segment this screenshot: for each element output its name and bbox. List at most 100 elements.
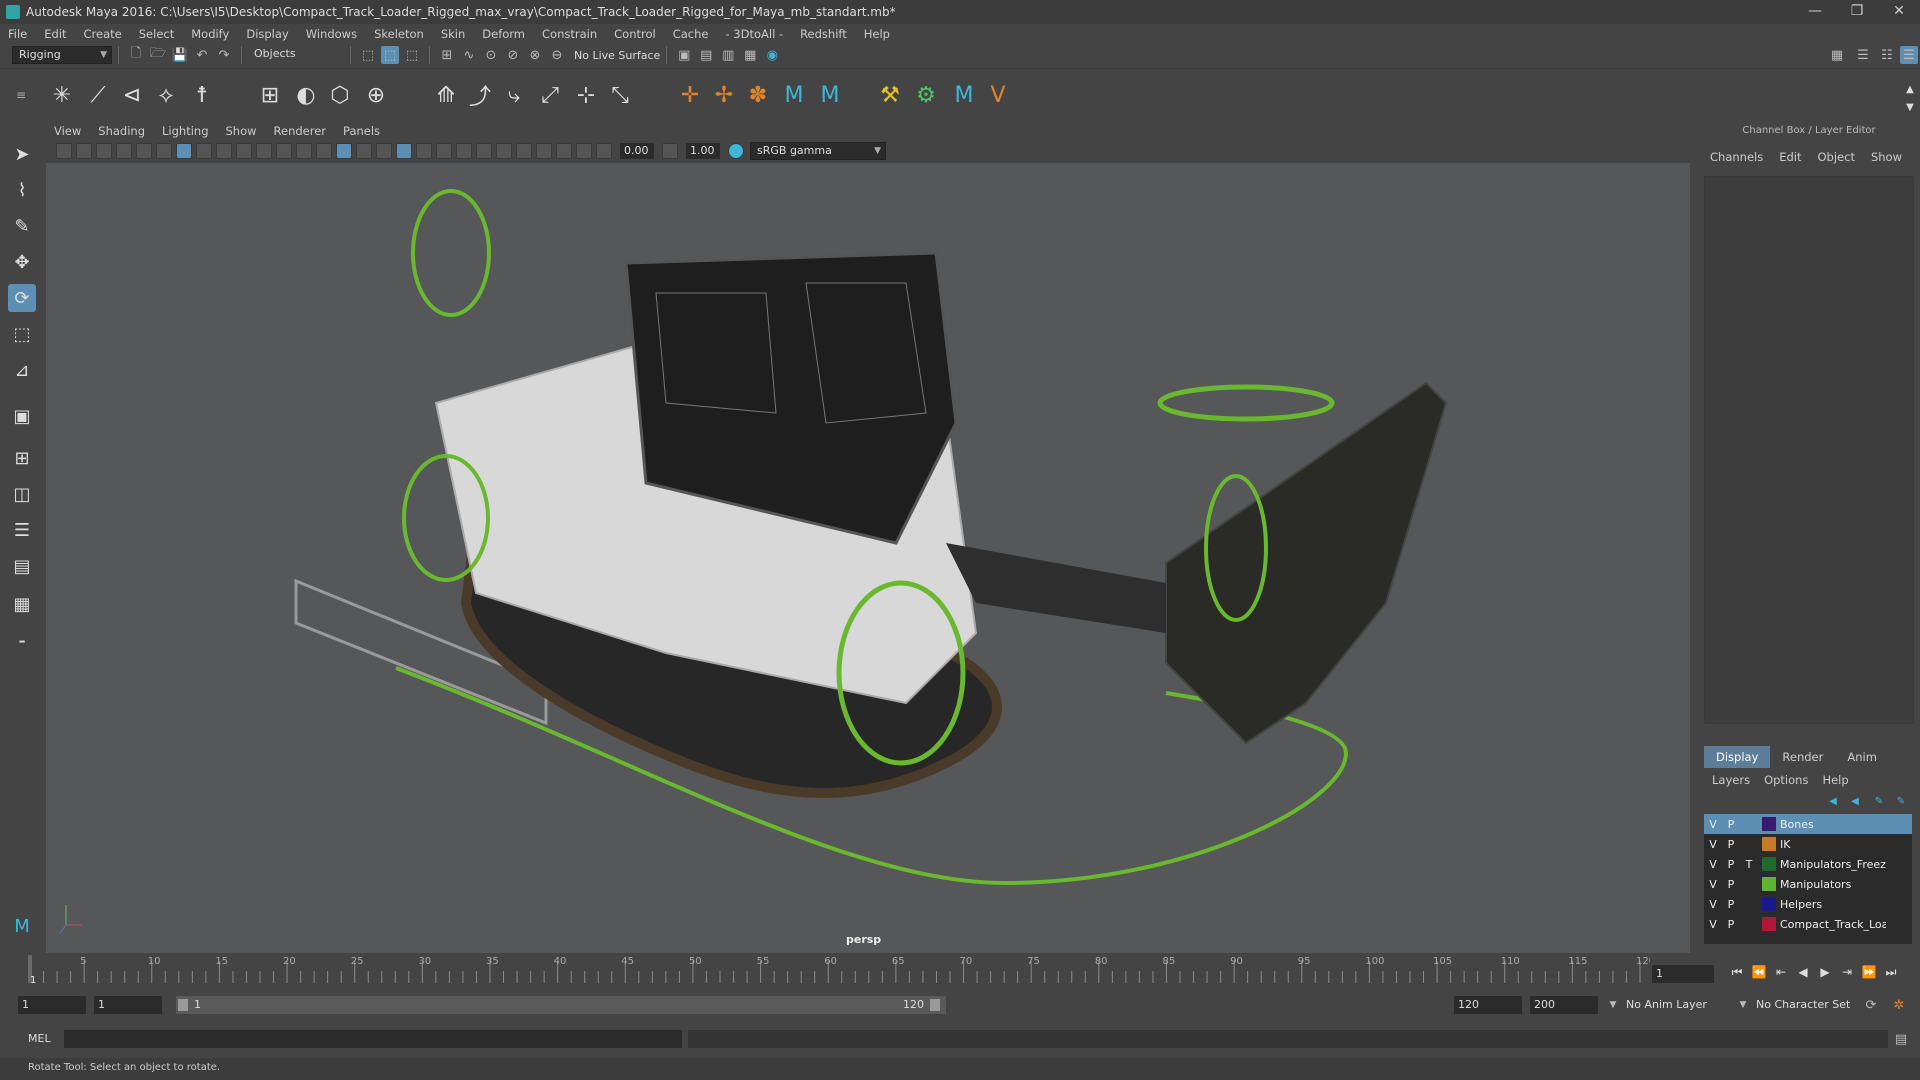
move-tool-icon[interactable]: ✥: [8, 248, 36, 276]
layer-playback[interactable]: P: [1722, 878, 1740, 891]
viewport-menu-show[interactable]: Show: [226, 124, 257, 138]
aim-constraint-icon[interactable]: ⊹: [572, 81, 600, 109]
view-transform-dropdown[interactable]: sRGB gamma ▼: [750, 142, 886, 160]
play-backwards-icon[interactable]: ◀: [1792, 965, 1814, 983]
redo-icon[interactable]: ↷: [215, 46, 233, 64]
le-menu-layers[interactable]: Layers: [1712, 773, 1750, 787]
last-tool-icon[interactable]: ⊿: [8, 356, 36, 384]
parent-constraint-icon[interactable]: ⟰: [432, 81, 460, 109]
cb-menu-show[interactable]: Show: [1871, 150, 1902, 164]
smooth-shade-icon[interactable]: [336, 143, 352, 159]
layout-single-icon[interactable]: ▣: [8, 402, 36, 430]
range-bar[interactable]: 1 120: [176, 996, 946, 1014]
menu-deform[interactable]: Deform: [482, 27, 525, 41]
safe-title-icon[interactable]: [296, 143, 312, 159]
layer-playback[interactable]: P: [1722, 838, 1740, 851]
motion-blur-icon[interactable]: [516, 143, 532, 159]
layout-outliner-icon[interactable]: ☰: [8, 516, 36, 544]
lasso-tool-icon[interactable]: ⌇: [8, 176, 36, 204]
layer-playback[interactable]: P: [1722, 818, 1740, 831]
maximize-button[interactable]: ❐: [1836, 0, 1878, 24]
layer-row[interactable]: V P Helpers: [1704, 894, 1912, 914]
layer-visibility[interactable]: V: [1704, 898, 1722, 911]
layer-row[interactable]: V P Compact_Track_Loac: [1704, 914, 1912, 934]
snap-point-icon[interactable]: ⊙: [482, 46, 500, 64]
field-chart-icon[interactable]: [256, 143, 272, 159]
new-layer-icon[interactable]: ✎: [1870, 792, 1888, 810]
viewport-menu-renderer[interactable]: Renderer: [274, 124, 327, 138]
viewport-menu-shading[interactable]: Shading: [98, 124, 145, 138]
layout-four-icon[interactable]: ⊞: [8, 444, 36, 472]
blend-shape-icon[interactable]: ⚙: [912, 81, 940, 109]
menu-edit[interactable]: Edit: [44, 27, 66, 41]
gamma-field[interactable]: 1.00: [686, 143, 720, 159]
layer-visibility[interactable]: V: [1704, 818, 1722, 831]
rotate-control-rear-top[interactable]: [411, 189, 491, 317]
new-scene-icon[interactable]: 🗋: [127, 46, 145, 64]
close-button[interactable]: ✕: [1878, 0, 1920, 24]
scale-constraint-icon[interactable]: ⤢: [536, 81, 564, 109]
move-layer-down-icon[interactable]: ◀: [1846, 792, 1864, 810]
menu-create[interactable]: Create: [84, 27, 122, 41]
menu-redshift[interactable]: Redshift: [800, 27, 847, 41]
auto-key-icon[interactable]: ⟳: [1862, 996, 1880, 1014]
layer-visibility[interactable]: V: [1704, 878, 1722, 891]
viewport-menu-view[interactable]: View: [54, 124, 81, 138]
bookmark-icon[interactable]: [96, 143, 112, 159]
2d-pan-zoom-icon[interactable]: [136, 143, 152, 159]
channel-box-toggle-icon[interactable]: ☰: [1900, 46, 1918, 64]
playback-end-field[interactable]: 120: [1454, 996, 1522, 1014]
layer-row[interactable]: V P IK: [1704, 834, 1912, 854]
menu-skin[interactable]: Skin: [441, 27, 465, 41]
script-editor-icon[interactable]: ▤: [1892, 1030, 1910, 1048]
animation-end-field[interactable]: 200: [1530, 996, 1598, 1014]
menu-cache[interactable]: Cache: [673, 27, 709, 41]
resolution-gate-icon[interactable]: [216, 143, 232, 159]
le-menu-options[interactable]: Options: [1764, 773, 1808, 787]
color-management-icon[interactable]: [728, 143, 744, 159]
camera-attributes-icon[interactable]: [76, 143, 92, 159]
animation-prefs-icon[interactable]: ✲: [1890, 996, 1908, 1014]
hypershade-icon[interactable]: ◉: [763, 46, 781, 64]
ik-spline-icon[interactable]: ◐: [292, 81, 320, 109]
layer-visibility[interactable]: V: [1704, 918, 1722, 931]
menu-windows[interactable]: Windows: [306, 27, 357, 41]
render-settings-icon[interactable]: ▦: [741, 46, 759, 64]
minimize-button[interactable]: —: [1794, 0, 1836, 24]
snap-surface-icon[interactable]: ⊗: [526, 46, 544, 64]
locator-icon[interactable]: ✛: [676, 81, 704, 109]
layer-name[interactable]: Bones: [1780, 818, 1886, 831]
layer-color-swatch[interactable]: [1762, 817, 1776, 831]
ambient-occlusion-icon[interactable]: [496, 143, 512, 159]
orient-joint-icon[interactable]: ⟡: [152, 81, 180, 109]
menu-control[interactable]: Control: [614, 27, 656, 41]
gamma-icon[interactable]: [662, 143, 678, 159]
layer-visibility[interactable]: V: [1704, 838, 1722, 851]
time-slider[interactable]: 5 10 15 20 25 30 35 40 45 50 55 60 65 70 75 80 85 90 95 100…: [0, 953, 1920, 989]
lattice-icon[interactable]: ✽: [744, 81, 772, 109]
multisample-icon[interactable]: [536, 143, 552, 159]
select-tool-icon[interactable]: ➤: [8, 140, 36, 168]
menu-display[interactable]: Display: [246, 27, 288, 41]
paint-weights-icon[interactable]: ⊕: [362, 81, 390, 109]
depth-of-field-icon[interactable]: [556, 143, 572, 159]
joint-tool-icon[interactable]: ✳: [48, 81, 76, 109]
layer-color-swatch[interactable]: [1762, 837, 1776, 851]
use-all-lights-icon[interactable]: [456, 143, 472, 159]
tab-anim[interactable]: Anim: [1835, 746, 1889, 768]
le-menu-help[interactable]: Help: [1822, 773, 1848, 787]
bind-skin-icon[interactable]: ⬡: [326, 81, 354, 109]
film-gate-icon[interactable]: [196, 143, 212, 159]
render-view-icon[interactable]: ▣: [675, 46, 693, 64]
cluster-icon[interactable]: ✢: [710, 81, 738, 109]
menu-select[interactable]: Select: [139, 27, 174, 41]
wireframe-on-shaded-icon[interactable]: [376, 143, 392, 159]
step-back-key-icon[interactable]: ⏪: [1748, 965, 1770, 983]
time-ruler[interactable]: 5 10 15 20 25 30 35 40 45 50 55 60 65 70 75 80 85 90 95 100…: [28, 953, 1650, 985]
select-hierarchy-icon[interactable]: ⬚: [359, 46, 377, 64]
ipr-render-icon[interactable]: ▥: [719, 46, 737, 64]
step-back-frame-icon[interactable]: ⇤: [1770, 965, 1792, 983]
scale-tool-icon[interactable]: ⬚: [8, 320, 36, 348]
menu-help[interactable]: Help: [864, 27, 890, 41]
layer-type[interactable]: T: [1740, 858, 1758, 871]
